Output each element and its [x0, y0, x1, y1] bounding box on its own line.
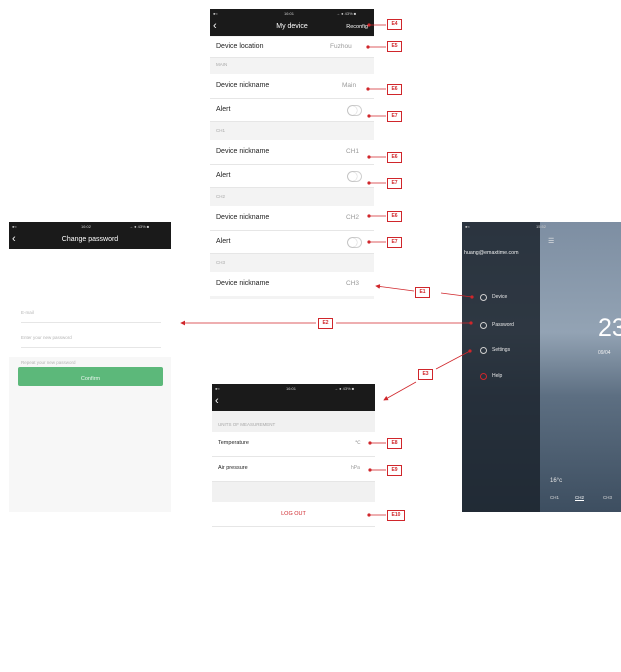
temperature-label: Temperature [218, 440, 249, 446]
alert-toggle[interactable] [347, 171, 362, 182]
status-time: 16:02 [81, 224, 92, 229]
temperature-row[interactable]: Temperature ℃ [212, 432, 375, 457]
callout-e1: E1 [415, 287, 430, 298]
blank-area [212, 527, 375, 672]
change-password-screen: ●≈ 16:02 → ● 43% ■ ‹ Change password E-m… [9, 222, 171, 512]
callout-e6: E6 [387, 84, 402, 95]
new-password-field[interactable]: Enter your new password [21, 329, 161, 348]
gear-icon [480, 347, 487, 354]
callout-e10: E10 [387, 510, 405, 521]
alert-row-ch2: Alert [210, 231, 374, 254]
nickname-label: Device nickname [216, 280, 270, 287]
callout-e6: E6 [387, 211, 402, 222]
section-header-ch1: CH1 [216, 128, 226, 133]
channel-tab-ch3[interactable]: CH3 [603, 495, 612, 500]
menu-item-label: Help [492, 373, 503, 379]
page-title: Change password [61, 236, 119, 243]
status-bar: ●≈ 16:01 → ● 43% ■ [212, 384, 375, 393]
confirm-button[interactable]: Confirm [18, 367, 163, 386]
hamburger-icon[interactable]: ☰ [548, 237, 554, 245]
status-time: 16:01 [286, 386, 297, 391]
alert-label: Alert [216, 106, 231, 113]
nickname-label: Device nickname [216, 148, 270, 155]
callout-e2: E2 [318, 318, 333, 329]
device-location-value: Fuzhou [330, 43, 352, 50]
help-icon [480, 373, 487, 380]
nickname-label: Device nickname [216, 214, 270, 221]
user-email: huang@emaxtime.com [464, 250, 519, 256]
nickname-value: Main [342, 82, 357, 89]
air-pressure-value: hPa [351, 465, 360, 471]
air-pressure-label: Air pressure [218, 465, 248, 471]
callout-e7: E7 [387, 237, 402, 248]
units-section-header: UNITS OF MEASUREMENT [218, 422, 276, 427]
status-indicators: → ● 43% ■ [336, 11, 357, 16]
settings-screen: ●≈ 16:01 → ● 43% ■ ‹ UNITS OF MEASUREMEN… [212, 384, 375, 672]
logout-label: LOG OUT [281, 511, 306, 517]
status-time: 16:01 [284, 11, 295, 16]
menu-item-label: Device [492, 294, 508, 300]
alert-toggle[interactable] [347, 105, 362, 116]
temperature-value: ℃ [355, 440, 361, 446]
channel-tab-ch2[interactable]: CH2 [575, 495, 585, 501]
menu-item-label: Settings [492, 347, 511, 353]
status-indicators: → ● 43% ■ [129, 224, 150, 229]
status-bar: ●≈ 16:01 → ● 43% ■ [210, 9, 374, 18]
nickname-value: CH1 [346, 148, 360, 155]
section-header-main: MAIN [216, 62, 228, 67]
side-menu-screen: ●≈ 15:52 ☰ huang@emaxtime.com Device Pas… [462, 222, 621, 512]
nickname-label: Device nickname [216, 82, 270, 89]
nav-bar: ‹ Change password [9, 231, 171, 249]
password-form: E-mail Enter your new password Repeat yo… [9, 249, 171, 365]
status-bar: ●≈ 15:52 [465, 224, 547, 229]
callout-e7: E7 [387, 111, 402, 122]
nickname-row-ch2[interactable]: Device nickname CH2 [210, 206, 374, 231]
nickname-row-ch1[interactable]: Device nickname CH1 [210, 140, 374, 165]
back-chevron-icon[interactable]: ‹ [215, 396, 219, 407]
section-header-ch3: CH3 [216, 260, 226, 265]
alert-label: Alert [216, 172, 231, 179]
callout-e8: E8 [387, 438, 402, 449]
new-password-placeholder: Enter your new password [21, 335, 72, 340]
device-location-label: Device location [216, 43, 264, 50]
logout-button[interactable]: LOG OUT [212, 502, 375, 527]
temperature-reading: 23 [598, 314, 621, 342]
email-placeholder: E-mail [21, 310, 34, 315]
nickname-value: CH3 [346, 280, 360, 287]
callout-e3: E3 [418, 369, 433, 380]
device-icon [480, 294, 487, 301]
alert-row-main: Alert [210, 99, 374, 122]
status-indicators: → ● 43% ■ [334, 386, 355, 391]
alert-label: Alert [216, 238, 231, 245]
small-temperature: 16°c [550, 478, 563, 484]
confirm-label: Confirm [80, 376, 101, 382]
status-time: 15:52 [536, 224, 547, 229]
repeat-password-placeholder: Repeat your new password [21, 360, 76, 365]
reconfig-button[interactable]: Reconfig [346, 24, 368, 30]
nav-bar: ‹ [212, 393, 375, 411]
email-field[interactable]: E-mail [21, 304, 161, 323]
callout-e5: E5 [387, 41, 402, 52]
my-device-screen: ●≈ 16:01 → ● 43% ■ ‹ My device Reconfig … [210, 9, 374, 299]
date-label: 09/04 [598, 350, 611, 356]
alert-row-ch1: Alert [210, 165, 374, 188]
lock-icon [480, 322, 487, 329]
nav-bar: ‹ My device Reconfig [210, 18, 374, 36]
section-header-ch2: CH2 [216, 194, 226, 199]
nickname-row-main[interactable]: Device nickname Main [210, 74, 374, 99]
status-bar: ●≈ 16:02 → ● 43% ■ [9, 222, 171, 231]
nickname-row-ch3[interactable]: Device nickname CH3 [210, 272, 374, 296]
channel-tab-ch1[interactable]: CH1 [550, 495, 559, 500]
device-location-row[interactable]: Device location Fuzhou [210, 37, 374, 58]
alert-toggle[interactable] [347, 237, 362, 248]
callout-e4: E4 [387, 19, 402, 30]
menu-item-label: Password [492, 322, 514, 328]
air-pressure-row[interactable]: Air pressure hPa [212, 457, 375, 482]
callout-e6: E6 [387, 152, 402, 163]
side-menu-panel [462, 222, 540, 512]
callout-e9: E9 [387, 465, 402, 476]
nickname-value: CH2 [346, 214, 360, 221]
callout-e7: E7 [387, 178, 402, 189]
